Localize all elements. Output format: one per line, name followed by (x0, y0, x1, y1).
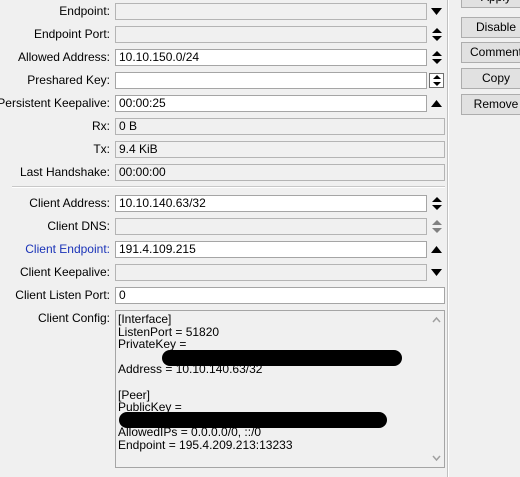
client-config-line: PrivateKey = (118, 337, 187, 352)
endpoint-field[interactable] (115, 3, 427, 20)
triangle-up-icon (431, 100, 442, 107)
client-config-label: Client Config: (37, 311, 110, 325)
client-dns-field[interactable] (115, 218, 427, 235)
endpoint-dropdown-button[interactable] (428, 3, 445, 20)
endpoint-port-stepper[interactable] (428, 26, 445, 43)
remove-button[interactable]: Remove (461, 94, 520, 115)
client-dns-label: Client DNS: (47, 219, 110, 233)
preshared-key-label: Preshared Key: (27, 73, 110, 87)
client-keepalive-label: Client Keepalive: (19, 265, 110, 279)
endpoint-label: Endpoint: (59, 4, 110, 18)
client-config-scrollbar[interactable] (429, 311, 444, 467)
preshared-key-toggle-button[interactable] (429, 73, 444, 88)
scroll-up-icon (432, 316, 441, 323)
allowed-address-stepper[interactable] (428, 49, 445, 66)
up-down-arrows-icon (431, 197, 442, 210)
client-config-text: [Interface] ListenPort = 51820 PrivateKey … (118, 313, 428, 452)
client-endpoint-collapse-button[interactable] (428, 241, 445, 258)
rx-value: 0 B (115, 118, 445, 135)
up-down-arrows-icon (431, 28, 442, 41)
client-config-textarea[interactable]: [Interface] ListenPort = 51820 PrivateKey … (115, 310, 445, 468)
section-divider (12, 186, 445, 188)
comment-button[interactable]: Comment (461, 42, 520, 63)
triangle-down-icon (431, 8, 442, 15)
client-address-stepper[interactable] (428, 195, 445, 212)
scroll-down-icon (432, 455, 441, 462)
client-config-line: Endpoint = 195.4.209.213:13233 (118, 437, 293, 452)
redacted-private-key (162, 350, 402, 366)
client-listen-port-label: Client Listen Port: (15, 288, 110, 302)
disable-button[interactable]: Disable (461, 17, 520, 38)
client-config-line (118, 376, 428, 389)
triangle-down-icon (431, 269, 442, 276)
allowed-address-label: Allowed Address: (17, 50, 110, 64)
last-handshake-label: Last Handshake: (19, 165, 110, 179)
client-endpoint-label: Client Endpoint: (25, 242, 110, 256)
client-listen-port-field[interactable]: 0 (115, 287, 445, 304)
triangle-up-icon (431, 246, 442, 253)
last-handshake-value: 00:00:00 (115, 164, 445, 181)
copy-button[interactable]: Copy (461, 68, 520, 89)
client-dns-stepper[interactable] (428, 218, 445, 235)
rx-label: Rx: (92, 119, 110, 133)
client-keepalive-dropdown-button[interactable] (428, 264, 445, 281)
up-down-arrows-icon (432, 75, 441, 86)
tx-value: 9.4 KiB (115, 141, 445, 158)
preshared-key-field[interactable] (115, 72, 427, 89)
client-config-line: [Interface] (118, 312, 172, 326)
apply-button[interactable]: Apply (461, 0, 520, 8)
tx-label: Tx: (93, 142, 110, 156)
client-keepalive-field[interactable] (115, 264, 427, 281)
up-down-arrows-icon (431, 220, 442, 233)
endpoint-port-field[interactable] (115, 26, 427, 43)
up-down-arrows-icon (431, 51, 442, 64)
column-divider (447, 0, 449, 477)
persistent-keepalive-label: Persistent Keepalive: (0, 96, 110, 110)
persistent-keepalive-collapse-button[interactable] (428, 95, 445, 112)
allowed-address-field[interactable]: 10.10.150.0/24 (115, 49, 427, 66)
persistent-keepalive-field[interactable]: 00:00:25 (115, 95, 427, 112)
client-address-label: Client Address: (29, 196, 110, 210)
client-address-field[interactable]: 10.10.140.63/32 (115, 195, 427, 212)
redacted-public-key (119, 412, 387, 428)
client-endpoint-field[interactable]: 191.4.109.215 (115, 241, 427, 258)
endpoint-port-label: Endpoint Port: (33, 27, 110, 41)
